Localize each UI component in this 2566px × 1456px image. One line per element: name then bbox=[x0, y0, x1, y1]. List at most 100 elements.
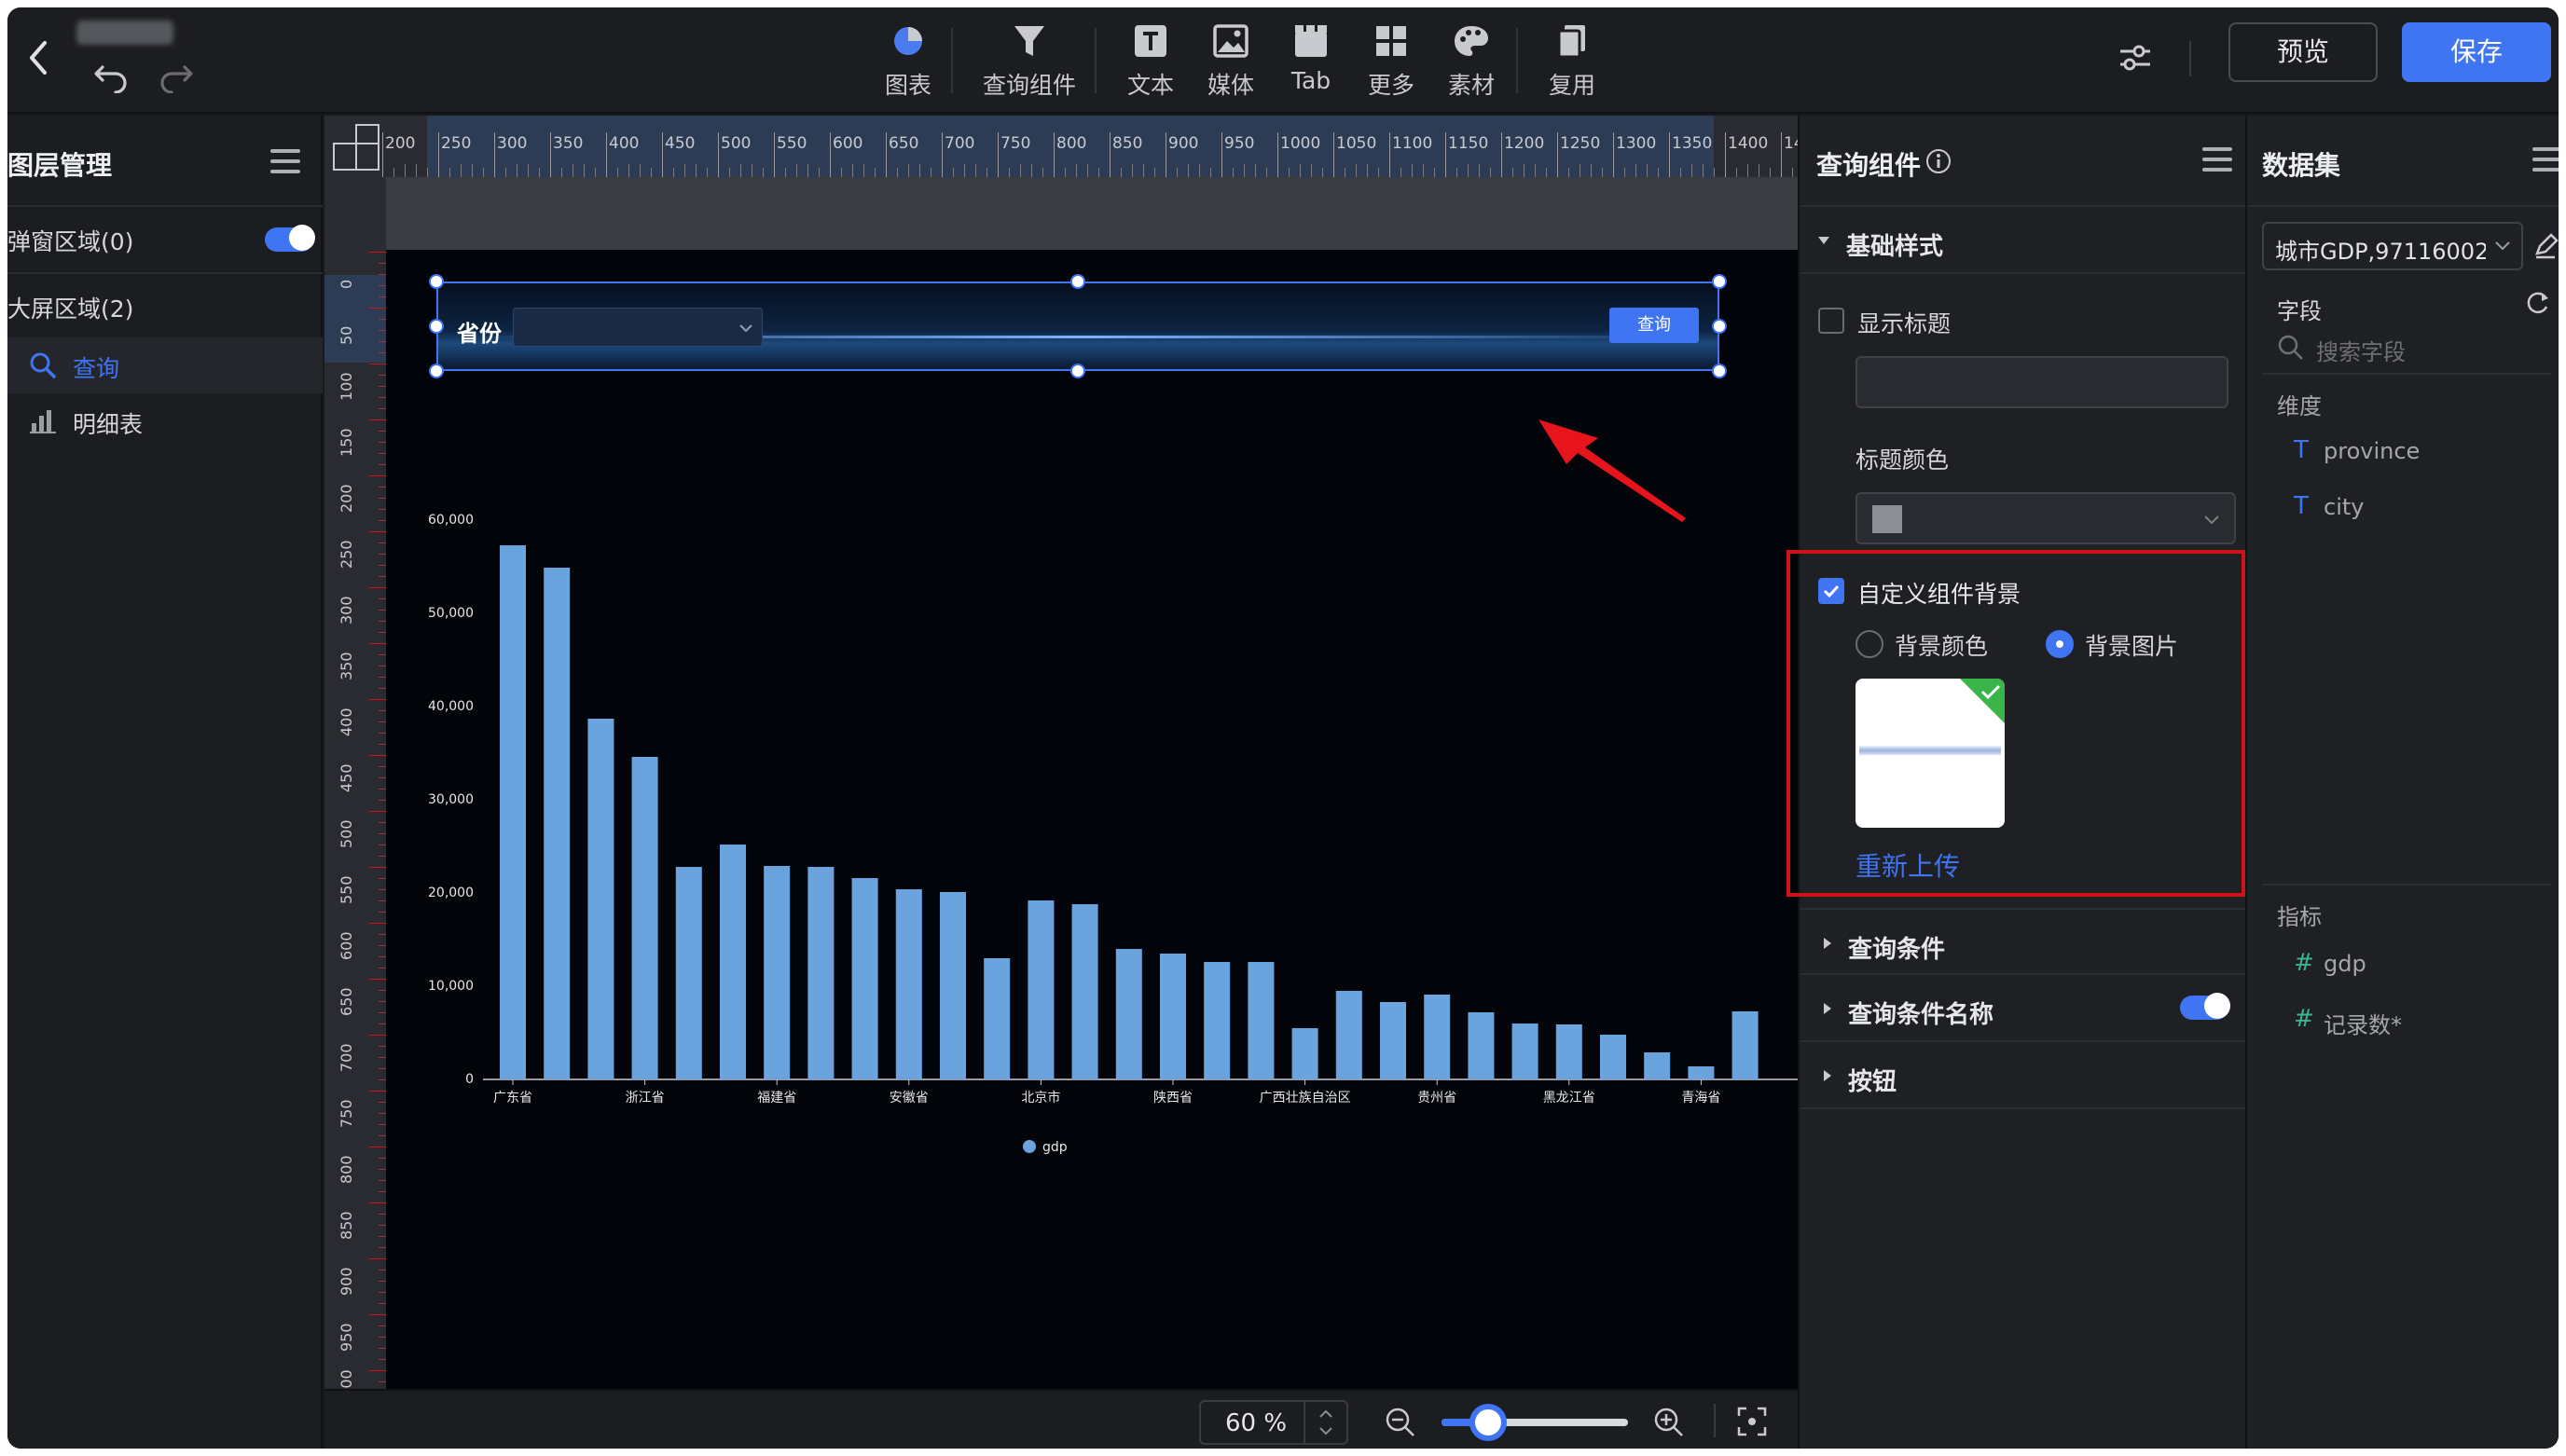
title-color-picker[interactable] bbox=[1856, 492, 2236, 544]
x-tick-label: 浙江省 bbox=[626, 1091, 665, 1106]
dataset-select[interactable]: 城市GDP,971160022 bbox=[2262, 222, 2523, 270]
zoom-slider[interactable] bbox=[1442, 1404, 1628, 1441]
show-title-checkbox[interactable] bbox=[1818, 308, 1844, 334]
toolbar-chart-button[interactable]: 图表 bbox=[862, 17, 955, 106]
popup-area-toggle[interactable] bbox=[265, 225, 315, 252]
condition-names-toggle[interactable] bbox=[2180, 993, 2230, 1020]
bg-image-thumbnail[interactable] bbox=[1856, 679, 2005, 828]
ruler-tick bbox=[369, 1370, 386, 1371]
query-submit-button[interactable]: 查询 bbox=[1609, 308, 1699, 343]
bar-gdp-27 bbox=[1688, 1066, 1715, 1079]
field-record-count[interactable]: # 记录数* bbox=[2294, 1001, 2545, 1038]
preview-button[interactable]: 预览 bbox=[2228, 22, 2378, 82]
resize-handle[interactable] bbox=[1712, 364, 1727, 378]
reupload-link[interactable]: 重新上传 bbox=[1856, 846, 1960, 884]
bar-gdp-22 bbox=[1468, 1012, 1495, 1079]
undo-icon[interactable] bbox=[91, 62, 129, 93]
zoom-in-icon[interactable] bbox=[1652, 1406, 1686, 1439]
caret-right-icon bbox=[1824, 1070, 1831, 1081]
toolbar-reuse-button[interactable]: 复用 bbox=[1525, 17, 1619, 106]
legend-label: gdp bbox=[1042, 1140, 1068, 1155]
field-search-input[interactable]: 搜索字段 bbox=[2316, 334, 2406, 366]
section-basic-style[interactable]: 基础样式 bbox=[1800, 207, 2247, 274]
section-button[interactable]: 按钮 bbox=[1800, 1042, 2247, 1109]
file-name-redacted bbox=[76, 21, 173, 45]
vertical-ruler: 0 50 100 150 200 250 300 350 400 450 500 550 600 650 7… bbox=[324, 177, 386, 1416]
chevron-down-icon bbox=[2204, 515, 2219, 525]
settings-sliders-icon[interactable] bbox=[2117, 43, 2154, 73]
query-widget[interactable]: 省份 查询 bbox=[436, 282, 1719, 371]
ruler-label: 300 bbox=[497, 134, 528, 153]
ruler-tick bbox=[662, 132, 663, 177]
zoom-out-icon[interactable] bbox=[1384, 1406, 1417, 1439]
field-gdp[interactable]: # gdp bbox=[2294, 945, 2545, 982]
ruler-label: 500 bbox=[338, 819, 355, 848]
y-tick-label: 0 bbox=[465, 1072, 474, 1087]
resize-handle[interactable] bbox=[1070, 274, 1085, 289]
ruler-tick bbox=[1054, 132, 1055, 177]
toolbar-tab-button[interactable]: Tab bbox=[1264, 17, 1358, 106]
resize-handle[interactable] bbox=[1712, 319, 1727, 334]
ruler-tick bbox=[830, 132, 831, 177]
ruler-label: 550 bbox=[777, 134, 807, 153]
ruler-label: 100 bbox=[338, 372, 355, 401]
field-city[interactable]: T city bbox=[2294, 488, 2545, 526]
props-menu-icon[interactable] bbox=[2202, 147, 2232, 172]
ruler-label: 300 bbox=[338, 596, 355, 625]
section-query-conditions[interactable]: 查询条件 bbox=[1800, 908, 2247, 975]
field-province[interactable]: T province bbox=[2294, 433, 2545, 470]
layer-item-detail-table[interactable]: 明细表 bbox=[7, 393, 323, 449]
ruler-tick bbox=[1781, 132, 1782, 177]
edit-icon[interactable] bbox=[2532, 233, 2559, 259]
section-basic-label: 基础样式 bbox=[1846, 233, 1944, 261]
x-tick-label: 青海省 bbox=[1681, 1091, 1720, 1106]
y-tick-label: 20,000 bbox=[428, 886, 474, 900]
resize-handle[interactable] bbox=[429, 274, 444, 289]
toolbar-reuse-label: 复用 bbox=[1548, 72, 1595, 99]
toolbar-query-button[interactable]: 查询组件 bbox=[983, 17, 1076, 106]
ruler-label: 350 bbox=[553, 134, 584, 153]
resize-handle[interactable] bbox=[1712, 274, 1727, 289]
zoom-slider-handle[interactable] bbox=[1469, 1404, 1507, 1441]
bg-color-radio[interactable] bbox=[1856, 630, 1883, 658]
province-select[interactable] bbox=[513, 308, 763, 347]
layer-item-query[interactable]: 查询 bbox=[7, 337, 323, 393]
ruler-tick bbox=[369, 1202, 386, 1203]
back-icon[interactable] bbox=[26, 39, 50, 76]
ruler-label: 850 bbox=[338, 1211, 355, 1240]
resize-handle[interactable] bbox=[429, 364, 444, 378]
ruler-tick bbox=[998, 132, 999, 177]
bar-gdp-7 bbox=[807, 867, 835, 1079]
layers-title: 图层管理 bbox=[7, 150, 113, 181]
bar-gdp-14 bbox=[1115, 949, 1142, 1079]
text-type-icon: T bbox=[2294, 492, 2309, 520]
resize-handle[interactable] bbox=[429, 319, 444, 334]
toolbar-material-button[interactable]: 素材 bbox=[1425, 17, 1518, 106]
ruler-tick bbox=[369, 1258, 386, 1259]
copy-icon bbox=[1557, 25, 1585, 59]
ruler-label: 50 bbox=[338, 325, 355, 345]
ruler-label: 450 bbox=[665, 134, 696, 153]
ruler-label: 400 bbox=[609, 134, 640, 153]
dataset-menu-icon[interactable] bbox=[2532, 147, 2559, 172]
bar-gdp-1 bbox=[544, 568, 571, 1079]
zoom-stepper-icon[interactable] bbox=[1313, 1404, 1339, 1441]
layers-menu-icon[interactable] bbox=[270, 149, 300, 173]
save-button[interactable]: 保存 bbox=[2402, 22, 2551, 82]
toolbar-text-button[interactable]: 文本 bbox=[1104, 17, 1197, 106]
bg-image-radio[interactable] bbox=[2046, 630, 2074, 658]
ruler-label: 150 bbox=[338, 428, 355, 457]
resize-handle[interactable] bbox=[1070, 364, 1085, 378]
ruler-tick bbox=[369, 699, 386, 700]
refresh-icon[interactable] bbox=[2523, 289, 2551, 317]
section-condition-names[interactable]: 查询条件名称 bbox=[1800, 975, 2247, 1042]
info-icon[interactable] bbox=[1924, 147, 1952, 175]
props-title: 查询组件 bbox=[1816, 150, 1922, 181]
custom-bg-checkbox[interactable] bbox=[1818, 578, 1844, 604]
zoom-input[interactable]: 60 % bbox=[1199, 1400, 1348, 1445]
toolbar-media-button[interactable]: 媒体 bbox=[1184, 17, 1277, 106]
redo-icon[interactable] bbox=[160, 62, 198, 93]
toolbar-more-button[interactable]: 更多 bbox=[1345, 17, 1438, 106]
fit-screen-icon[interactable] bbox=[1736, 1406, 1768, 1437]
title-input[interactable] bbox=[1856, 356, 2228, 408]
